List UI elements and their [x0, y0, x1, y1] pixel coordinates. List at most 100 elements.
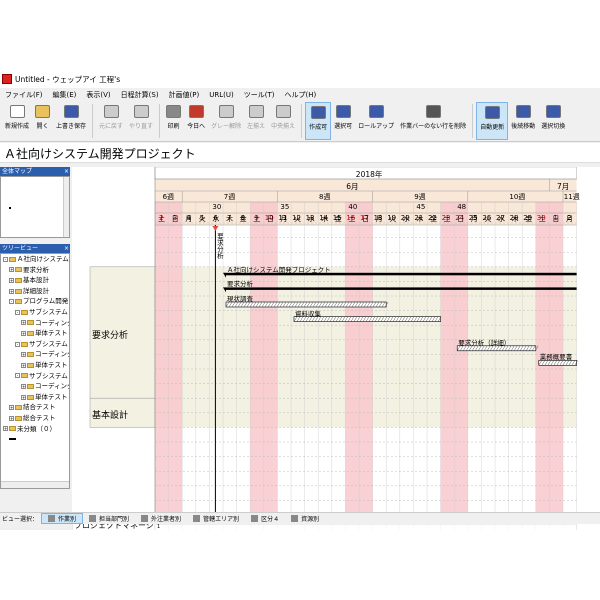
- toolbar-button-14[interactable]: 自動更新: [476, 102, 509, 140]
- view-icon: [141, 515, 149, 522]
- collapse-icon[interactable]: -: [3, 256, 8, 262]
- tree-node[interactable]: + 総合テスト: [1, 413, 69, 424]
- view-icon: [251, 515, 259, 522]
- close-icon[interactable]: ×: [64, 167, 69, 176]
- tree-horizontal-scrollbar[interactable]: [1, 481, 69, 488]
- close-icon[interactable]: ×: [64, 244, 69, 253]
- toolbar: 新規作成 開く 上書き保存 元に戻す やり直す 印刷 今日へ グレー解除 左揃え 中央揃え 作成可選…: [0, 102, 600, 142]
- expand-icon[interactable]: +: [3, 426, 8, 432]
- expand-icon[interactable]: +: [21, 352, 26, 358]
- collapse-icon[interactable]: -: [9, 299, 14, 305]
- toolbar-button-12[interactable]: ロールアップ: [355, 102, 397, 140]
- tree-node[interactable]: - サブシステム: [1, 371, 69, 382]
- tree-node-label: Ａ社向けシステム開発: [17, 255, 69, 263]
- toolbar-button-8[interactable]: 左揃え: [244, 102, 268, 140]
- toolbar-button-10[interactable]: 作成可: [305, 102, 332, 140]
- week-label: 7週: [223, 193, 236, 201]
- toolbar-button-label: 自動更新: [480, 124, 505, 131]
- toolbar-button-11[interactable]: 選択可: [331, 102, 355, 140]
- overview-scrollbar[interactable]: [63, 177, 69, 237]
- tree-node[interactable]: + コーディング: [1, 318, 69, 329]
- weekday-label: 土: [538, 215, 546, 223]
- tree-node[interactable]: - プログラム開発: [1, 296, 69, 307]
- menu-item-4[interactable]: 計画値(P): [164, 90, 205, 100]
- tree-node-label: コーディング: [35, 382, 70, 391]
- menu-item-1[interactable]: 編集(E): [48, 90, 82, 100]
- today-icon: [188, 105, 204, 118]
- view-tab-2[interactable]: 外注業者別: [135, 514, 187, 523]
- expand-icon[interactable]: +: [21, 394, 26, 400]
- gantt-chart[interactable]: 2018年 6月 7月 6週 7週 8週 9週 10週 11週 30 35 40 45 48 2 土 3 日 4 月 5…: [72, 167, 600, 530]
- menu-item-0[interactable]: ファイル(F): [0, 90, 48, 100]
- menu-item-6[interactable]: ツール(T): [239, 90, 280, 100]
- menu-item-5[interactable]: URL(U): [204, 91, 238, 99]
- toolbar-button-13[interactable]: 作業バーのない行を削除: [397, 102, 469, 140]
- title-bar: Untitled - ウェップアイ 工程's: [0, 70, 600, 88]
- view-tab-0[interactable]: 作業別: [41, 513, 84, 524]
- folder-icon: [21, 341, 28, 347]
- collapse-icon[interactable]: -: [15, 309, 20, 315]
- expand-icon[interactable]: +: [9, 288, 14, 294]
- tree-node[interactable]: + 結合テスト: [1, 402, 69, 413]
- weekday-label: 木: [226, 215, 233, 223]
- expand-icon[interactable]: +: [21, 330, 26, 336]
- toolbar-button-3[interactable]: 元に戻す: [96, 102, 126, 140]
- tree-node[interactable]: + 単体テスト: [1, 360, 69, 371]
- weekday-label: 水: [212, 215, 220, 223]
- tree-node[interactable]: + コーディング: [1, 349, 69, 360]
- tree-node[interactable]: + コーディング: [1, 381, 69, 392]
- expand-icon[interactable]: +: [9, 415, 14, 421]
- document-title: Ａ社向けシステム開発プロジェクト: [0, 143, 600, 163]
- collapse-icon[interactable]: -: [15, 373, 20, 379]
- menu-item-7[interactable]: ヘルプ(H): [279, 90, 321, 100]
- weekday-label: 金: [525, 215, 533, 223]
- tree-view[interactable]: -Ａ社向けシステム開発+要求分析+基本設計+詳細設計-プログラム開発-サブシステ…: [0, 253, 70, 489]
- align-left-icon: [248, 105, 264, 118]
- toolbar-button-5[interactable]: 印刷: [163, 102, 184, 140]
- tree-node[interactable]: + 未分類（０）: [1, 424, 69, 435]
- toolbar-button-0[interactable]: 新規作成: [2, 102, 32, 140]
- tree-node-label: 単体テスト: [35, 329, 68, 338]
- toolbar-button-9[interactable]: 中央揃え: [268, 102, 298, 140]
- toolbar-button-7[interactable]: グレー解除: [208, 102, 244, 140]
- expand-icon[interactable]: +: [21, 362, 26, 368]
- menu-item-2[interactable]: 表示(V): [81, 90, 115, 100]
- tree-node-label: 単体テスト: [35, 392, 68, 401]
- toolbar-button-4[interactable]: やり直す: [126, 102, 156, 140]
- view-tab-label: 区分４: [261, 516, 280, 523]
- expand-icon[interactable]: +: [21, 320, 26, 326]
- tree-node[interactable]: + 詳細設計: [1, 286, 69, 297]
- tree-node[interactable]: [1, 434, 69, 445]
- week-label: 8週: [319, 193, 331, 201]
- expand-icon[interactable]: +: [21, 383, 26, 389]
- toolbar-button-label: 上書き保存: [56, 123, 87, 130]
- collapse-icon[interactable]: -: [15, 341, 20, 347]
- tree-node-label: プログラム開発: [23, 297, 69, 306]
- overview-map[interactable]: [0, 176, 70, 238]
- tree-node[interactable]: + 単体テスト: [1, 328, 69, 339]
- holiday-column: [168, 202, 183, 512]
- tree-node[interactable]: - サブシステム: [1, 339, 69, 350]
- toolbar-button-15[interactable]: 後続移動: [508, 102, 538, 140]
- align-center-icon: [275, 105, 291, 118]
- expand-icon[interactable]: +: [9, 405, 14, 411]
- view-tab-5[interactable]: 資源別: [285, 514, 325, 523]
- menu-bar: ファイル(F) 編集(E) 表示(V) 日程計算(S) 計画値(P) URL(U) ツール(…: [0, 88, 600, 102]
- toolbar-button-6[interactable]: 今日へ: [184, 102, 208, 140]
- tree-node[interactable]: + 単体テスト: [1, 392, 69, 403]
- toolbar-button-16[interactable]: 選択切換: [538, 102, 568, 140]
- toolbar-button-1[interactable]: 開く: [32, 102, 53, 140]
- toolbar-button-2[interactable]: 上書き保存: [53, 102, 89, 140]
- view-tab-1[interactable]: 担当部門別: [83, 514, 135, 523]
- tree-node[interactable]: + 基本設計: [1, 275, 69, 286]
- view-tab-3[interactable]: 管轄エリア別: [187, 514, 245, 523]
- view-tab-4[interactable]: 区分４: [245, 514, 285, 523]
- tree-node[interactable]: - Ａ社向けシステム開発: [1, 254, 69, 265]
- expand-icon[interactable]: +: [9, 267, 14, 273]
- tree-node[interactable]: + 要求分析: [1, 265, 69, 276]
- tree-node[interactable]: - サブシステム: [1, 307, 69, 318]
- menu-item-3[interactable]: 日程計算(S): [116, 90, 164, 100]
- expand-icon[interactable]: +: [9, 277, 14, 283]
- holiday-column: [155, 202, 169, 512]
- weekday-label: 木: [416, 215, 424, 223]
